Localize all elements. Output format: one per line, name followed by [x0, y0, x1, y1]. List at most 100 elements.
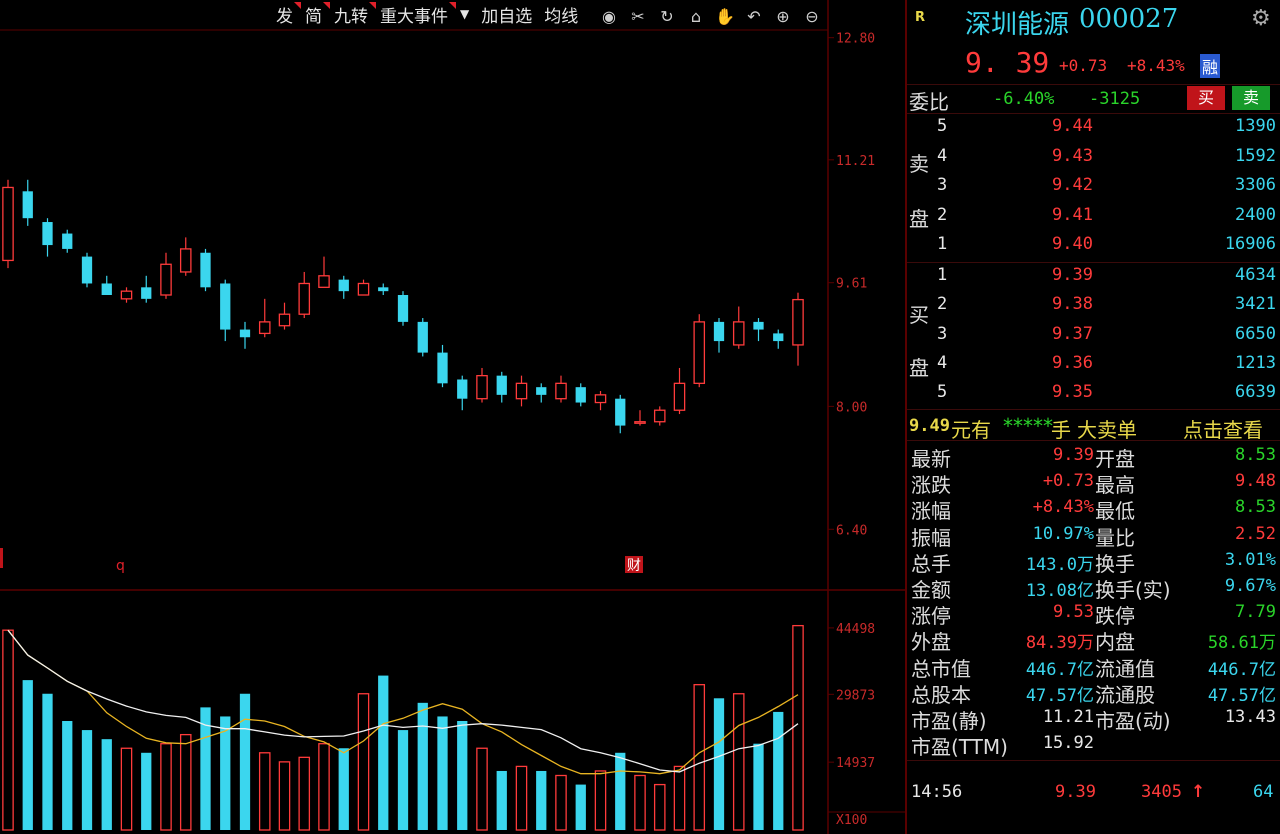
big-order-link[interactable]: 点击查看 — [1183, 414, 1263, 443]
volume-bar — [515, 765, 528, 831]
candle-body — [575, 387, 586, 403]
stats-row: 最新 9.39 开盘 8.53 — [907, 443, 1280, 471]
volume-bar — [792, 624, 804, 831]
candle — [417, 318, 428, 357]
toolbar-item-add-watchlist[interactable]: 加自选 — [475, 2, 538, 27]
sell_side-level-price: 9.41 — [1052, 204, 1093, 225]
weibi-label: 委比 — [909, 90, 949, 114]
stat-value: 9.53 — [1053, 602, 1094, 623]
volume-bar — [476, 747, 488, 831]
toolbar-item-fa[interactable]: 发 — [270, 1, 301, 27]
toolbar-item-ma[interactable]: 均线 — [538, 2, 584, 27]
sell_side-level-row[interactable]: 5 9.44 1390 — [907, 116, 1280, 142]
candle — [693, 314, 706, 388]
zoom-out-icon[interactable]: ⊖ — [801, 6, 823, 28]
big-order-row[interactable]: 9.49 元有 ***** 手 大卖单 点击查看 — [907, 414, 1280, 443]
candle — [732, 306, 745, 349]
scissors-icon[interactable]: ✂ — [627, 6, 649, 28]
buy-button[interactable]: 买 — [1187, 86, 1225, 110]
candle-body — [42, 222, 53, 246]
sell-button[interactable]: 卖 — [1232, 86, 1270, 110]
candle-body — [457, 379, 468, 399]
buy_side-level-price: 9.39 — [1052, 265, 1093, 285]
gear-icon[interactable]: ⚙ — [1251, 6, 1271, 31]
candle-body — [753, 321, 764, 330]
candle-body — [120, 290, 133, 300]
bookmark-icon[interactable]: ⌂ — [685, 6, 707, 28]
eye-icon[interactable]: ◉ — [598, 6, 620, 28]
sell_side-level-index: 1 — [937, 234, 948, 254]
stat-label: 跌停 — [1095, 604, 1135, 629]
weibi-diff: -3125 — [1089, 89, 1141, 109]
stats-row: 市盈(静) 11.21 市盈(动) 13.43 — [907, 705, 1280, 733]
buy_side-level-volume: 4634 — [1235, 265, 1276, 285]
tick-count: 64 — [1253, 782, 1274, 802]
chart-toolbar: 发 简 九转 重大事件 ▼ 加自选 均线 — [270, 0, 584, 28]
candle — [496, 371, 507, 403]
kline-chart[interactable]: 12.80 11.21 9.61 8.00 6.40 q 财 44498 29873 14937 X… — [0, 0, 905, 834]
candle-body — [555, 382, 567, 400]
buy_side-level-row[interactable]: 3 9.37 6650 — [907, 324, 1280, 350]
marker-left — [0, 548, 3, 568]
buy_side-level-index: 1 — [937, 265, 948, 285]
candle — [278, 302, 291, 330]
volume-bar — [536, 770, 547, 830]
sell_side-level-price: 9.40 — [1052, 234, 1093, 254]
hand-icon[interactable]: ✋ — [714, 6, 736, 28]
chevron-down-icon[interactable]: ▼ — [454, 7, 475, 21]
up-arrow-icon: ↑ — [1191, 782, 1206, 802]
candle — [141, 275, 152, 303]
stats-row: 总市值 446.7亿 流通值 446.7亿 — [907, 653, 1280, 681]
zoom-in-icon[interactable]: ⊕ — [772, 6, 794, 28]
volume-bar — [673, 765, 686, 831]
toolbar-item-jiuzhuan[interactable]: 九转 — [328, 1, 376, 27]
buy_side-level-row[interactable]: 4 9.36 1213 — [907, 353, 1280, 379]
sell_side-level-row[interactable]: 4 9.43 1592 — [907, 146, 1280, 172]
candle-body — [101, 283, 112, 295]
sell_side-level-row[interactable]: 3 9.42 3306 — [907, 175, 1280, 201]
stat-value: 8.53 — [1235, 445, 1276, 465]
stats-row: 总股本 47.57亿 流通股 47.57亿 — [907, 679, 1280, 707]
big-order-price: 9.49 — [909, 416, 950, 436]
volume-bar — [338, 748, 349, 830]
tick-row: 14:56 9.39 3405 ↑ 64 — [907, 782, 1280, 806]
volume-bar — [278, 761, 291, 831]
candle — [753, 318, 764, 342]
volume-unit-label: X100 — [836, 813, 867, 828]
buy_side-level-price: 9.37 — [1052, 323, 1093, 344]
volume-bar — [22, 680, 33, 830]
stock-code: 000027 — [1079, 4, 1179, 34]
price-axis-label: 9.61 — [836, 277, 867, 292]
toolbar-item-jian[interactable]: 简 — [299, 1, 330, 27]
candle-body — [417, 321, 428, 353]
candle — [120, 287, 133, 303]
candle — [437, 344, 448, 388]
price-change-pct: +8.43% — [1127, 56, 1185, 75]
buy_side-level-volume: 6639 — [1235, 382, 1276, 403]
candle-body — [141, 287, 152, 299]
candle-body — [298, 282, 311, 315]
volume-bar — [239, 693, 251, 830]
volume-bar — [81, 730, 93, 830]
weibi-row: 委比 -6.40% -3125 买 卖 — [907, 86, 1280, 114]
buy_side-level-row[interactable]: 2 9.38 3421 — [907, 294, 1280, 320]
toolbar-item-major-events[interactable]: 重大事件 — [374, 1, 456, 27]
candle-body — [160, 263, 172, 296]
candle — [62, 229, 73, 253]
volume-bar — [594, 770, 607, 831]
margin-tag[interactable]: 融 — [1200, 54, 1221, 78]
candle-body — [476, 375, 488, 400]
candle-body — [732, 321, 745, 346]
candle — [101, 275, 112, 295]
refresh-icon[interactable]: ↻ — [656, 6, 678, 28]
undo-icon[interactable]: ↶ — [743, 6, 765, 28]
stat-value: 10.97% — [1032, 523, 1094, 544]
sell_side-level-row[interactable]: 1 9.40 16906 — [907, 234, 1280, 260]
volume-bar — [258, 752, 271, 831]
candle — [555, 375, 567, 403]
stat-value: 7.79 — [1235, 602, 1276, 623]
stat-label: 涨停 — [911, 604, 951, 629]
buy_side-level-row[interactable]: 1 9.39 4634 — [907, 265, 1280, 291]
sell_side-level-row[interactable]: 2 9.41 2400 — [907, 205, 1280, 231]
buy_side-level-row[interactable]: 5 9.35 6639 — [907, 382, 1280, 408]
